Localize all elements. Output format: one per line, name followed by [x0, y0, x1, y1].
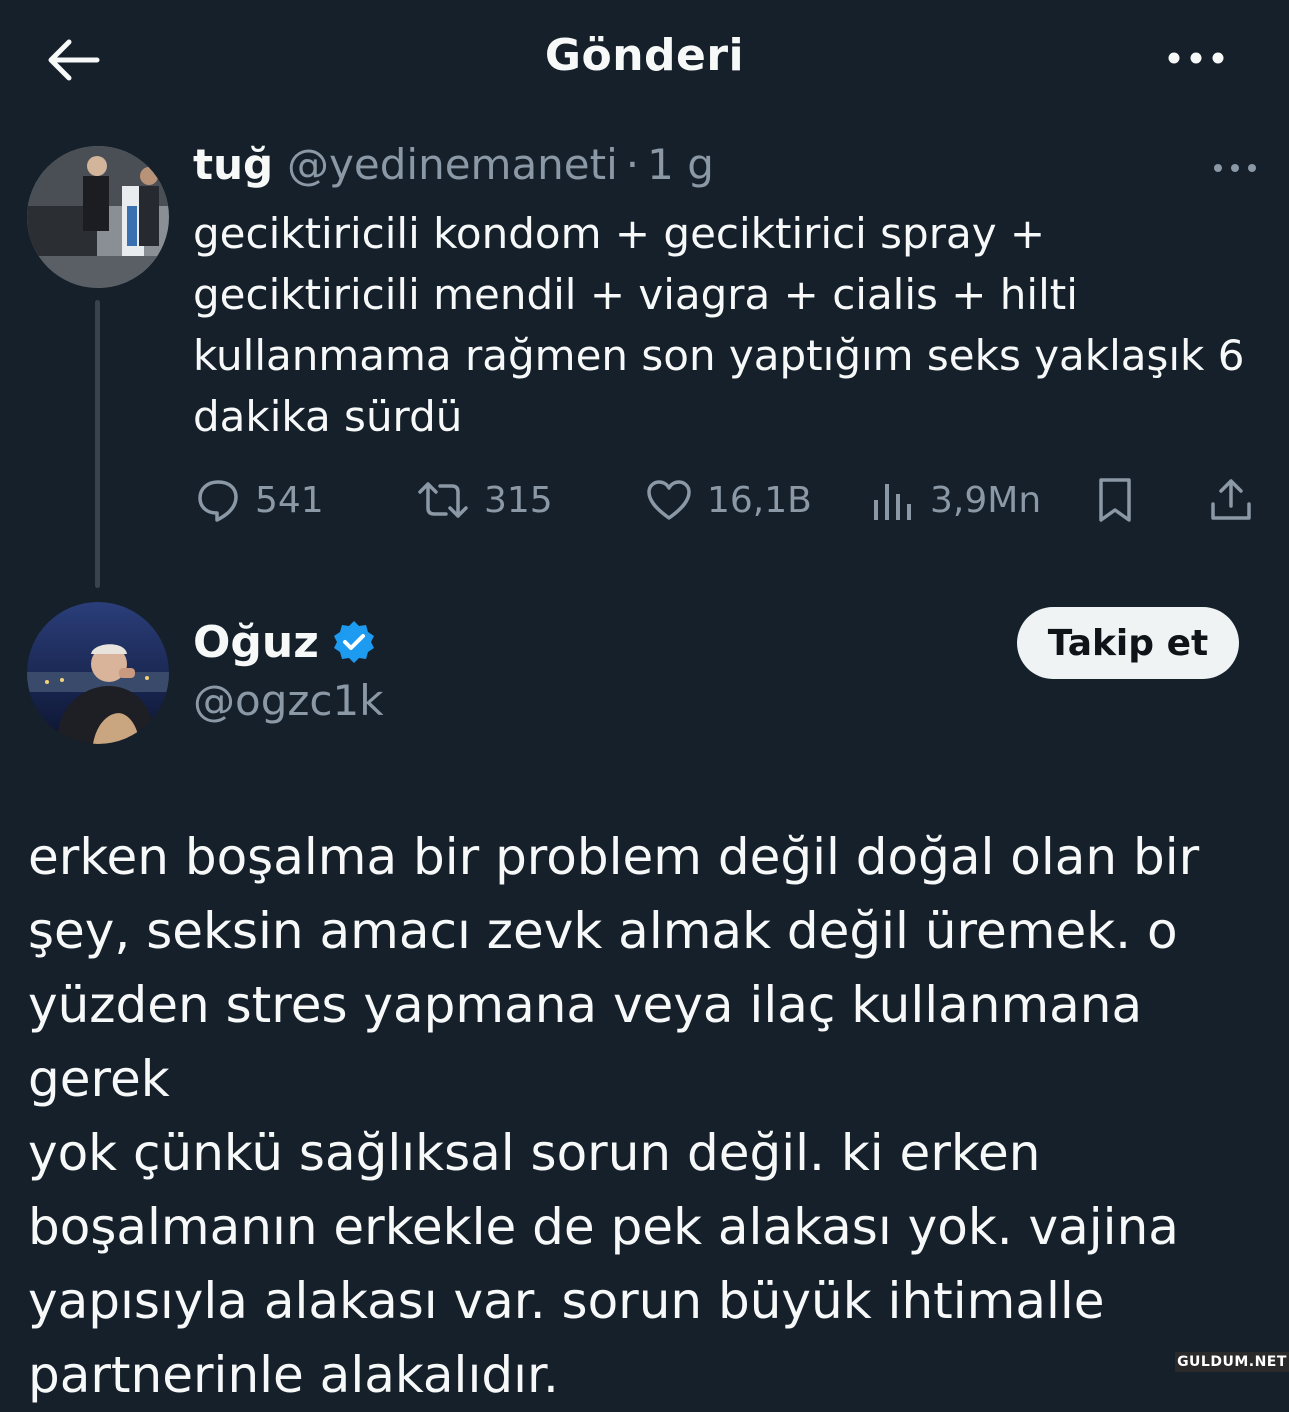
top-bar: Gönderi: [0, 0, 1289, 120]
author-name-row: Oğuz: [193, 612, 377, 672]
more-horizontal-icon: [1214, 164, 1256, 172]
retweet-count: 315: [484, 479, 553, 521]
like-button[interactable]: 16,1B: [645, 470, 812, 530]
views-button[interactable]: 3,9Mn: [868, 470, 1041, 530]
retweet-button[interactable]: 315: [416, 470, 553, 530]
author-name[interactable]: tuğ: [193, 140, 273, 189]
verified-badge-icon: [333, 621, 374, 663]
share-icon: [1211, 479, 1251, 520]
avatar-oguz[interactable]: [27, 602, 169, 744]
profile-photo: [27, 602, 169, 744]
page-title: Gönderi: [544, 30, 745, 81]
views-chart-icon: [874, 484, 911, 520]
author-handle[interactable]: @ogzc1k: [193, 676, 384, 725]
tweet-timestamp[interactable]: 1 g: [647, 140, 714, 189]
view-count: 3,9Mn: [930, 479, 1042, 521]
tweet-more-button[interactable]: [1205, 148, 1265, 188]
bookmark-icon: [1099, 478, 1131, 522]
quoted-tweet-header: tuğ @yedinemaneti · 1 g: [193, 140, 714, 200]
thread-connector-line: [95, 300, 100, 588]
separator-dot: ·: [625, 140, 640, 189]
bookmark-button[interactable]: [1093, 470, 1137, 530]
more-options-button[interactable]: [1160, 36, 1232, 80]
author-handle[interactable]: @yedinemaneti: [287, 140, 618, 189]
like-count: 16,1B: [707, 479, 812, 521]
tweet-action-bar: 541 315 16,1B 3,9Mn: [193, 470, 1263, 530]
author-name[interactable]: Oğuz: [193, 617, 319, 668]
reply-button[interactable]: 541: [195, 470, 324, 530]
tweet-text: geciktiricili kondom + geciktirici spray…: [193, 209, 1245, 441]
profile-photo: [27, 146, 169, 288]
share-button[interactable]: [1207, 470, 1255, 530]
avatar-tug[interactable]: [27, 146, 169, 288]
heart-icon: [647, 480, 691, 520]
tweet-text: erken boşalma bir problem değil doğal ol…: [28, 828, 1200, 1404]
retweet-icon: [418, 482, 468, 518]
follow-button[interactable]: Takip et: [1017, 607, 1239, 679]
site-watermark: GULDUM.NET: [1175, 1352, 1289, 1372]
reply-count: 541: [255, 479, 324, 521]
verified-badge: [331, 619, 377, 665]
more-horizontal-icon: [1168, 52, 1224, 64]
reply-icon: [198, 480, 238, 522]
